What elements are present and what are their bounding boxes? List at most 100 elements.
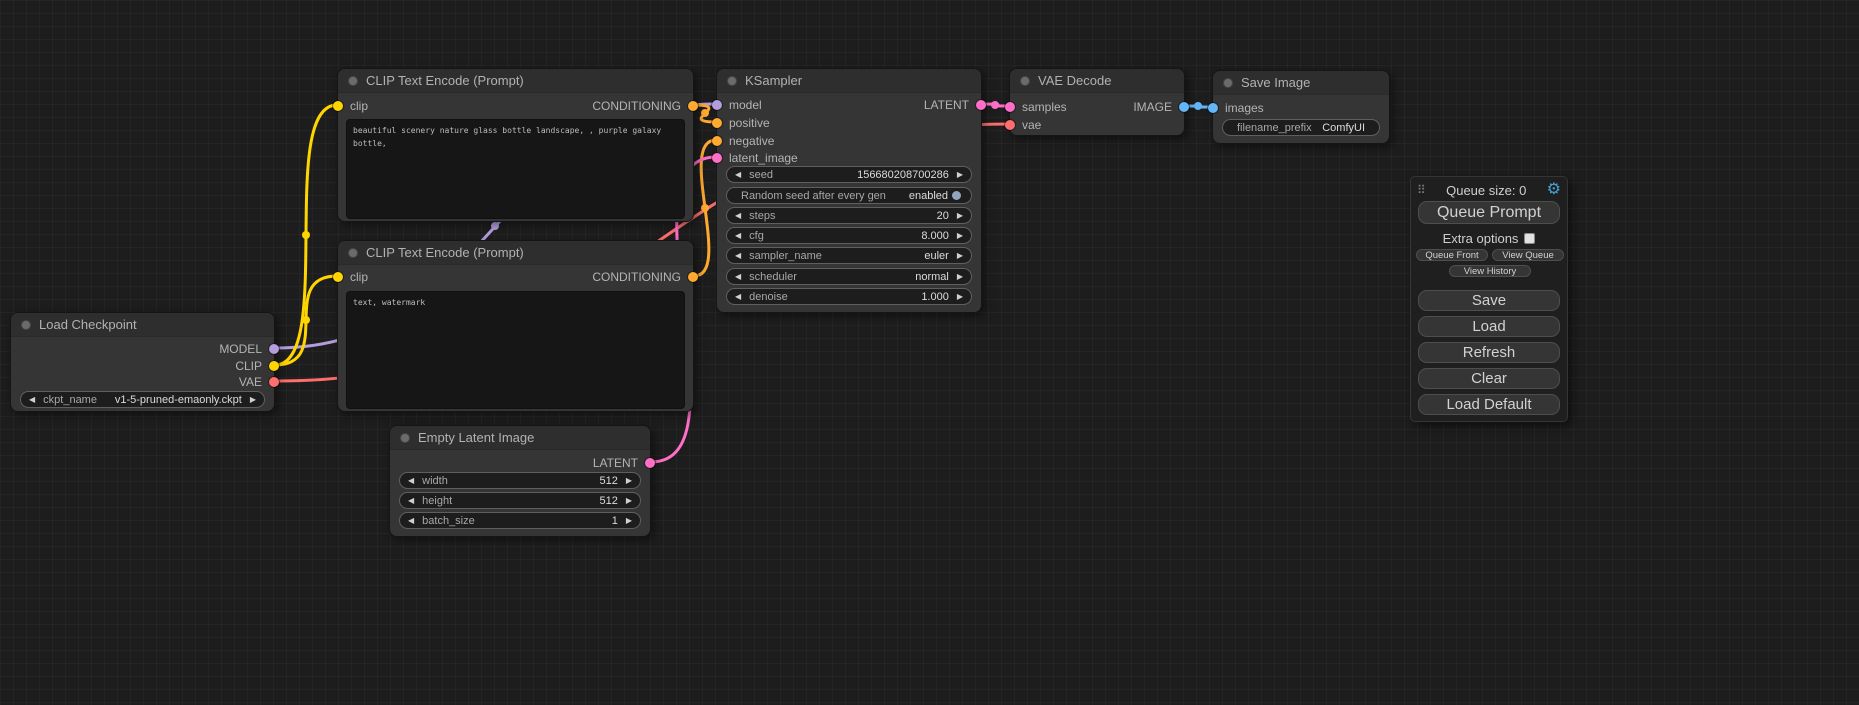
width-widget[interactable]: ◀ width 512 ▶ [399,472,641,489]
positive-input-dot[interactable] [712,118,722,128]
image-output-dot[interactable] [1179,102,1189,112]
node-title: KSampler [745,73,802,88]
slot-label: positive [729,116,770,130]
slot-label: MODEL [219,342,262,356]
widget-value: 1.000 [921,291,949,303]
collapse-dot-icon[interactable] [400,433,410,443]
height-widget[interactable]: ◀ height 512 ▶ [399,492,641,509]
latent-image-input-dot[interactable] [712,153,722,163]
node-clip-text-encode-positive[interactable]: CLIP Text Encode (Prompt) clip CONDITION… [337,68,694,222]
increment-arrow-icon[interactable]: ▶ [957,232,963,240]
refresh-button[interactable]: Refresh [1418,342,1560,363]
node-title-bar[interactable]: CLIP Text Encode (Prompt) [338,241,693,265]
view-history-button[interactable]: View History [1449,265,1531,277]
increment-arrow-icon[interactable]: ▶ [957,293,963,301]
widget-label: Random seed after every gen [741,190,886,202]
node-clip-text-encode-negative[interactable]: CLIP Text Encode (Prompt) clip CONDITION… [337,240,694,412]
graph-canvas[interactable]: Load Checkpoint MODEL CLIP VAE ◀ ckpt_na… [0,0,1859,705]
sampler-name-widget[interactable]: ◀ sampler_name euler ▶ [726,247,972,264]
steps-widget[interactable]: ◀ steps 20 ▶ [726,207,972,224]
increment-arrow-icon[interactable]: ▶ [626,517,632,525]
model-output-dot[interactable] [269,344,279,354]
seed-widget[interactable]: ◀ seed 156680208700286 ▶ [726,166,972,183]
latent-output-dot[interactable] [645,458,655,468]
collapse-dot-icon[interactable] [727,76,737,86]
scheduler-widget[interactable]: ◀ scheduler normal ▶ [726,268,972,285]
conditioning-output-dot[interactable] [688,272,698,282]
toggle-indicator-dot[interactable] [952,191,961,200]
node-title-bar[interactable]: KSampler [717,69,981,93]
collapse-dot-icon[interactable] [348,76,358,86]
decrement-arrow-icon[interactable]: ◀ [735,293,741,301]
collapse-dot-icon[interactable] [348,248,358,258]
node-empty-latent-image[interactable]: Empty Latent Image LATENT ◀ width 512 ▶ … [389,425,651,537]
slot-label: vae [1022,118,1041,132]
vae-input-dot[interactable] [1005,120,1015,130]
node-load-checkpoint[interactable]: Load Checkpoint MODEL CLIP VAE ◀ ckpt_na… [10,312,275,412]
vae-output-dot[interactable] [269,377,279,387]
output-slot-image: IMAGE [1133,100,1189,114]
collapse-dot-icon[interactable] [21,320,31,330]
latent-output-dot[interactable] [976,100,986,110]
input-slot-clip: clip [333,99,368,113]
decrement-arrow-icon[interactable]: ◀ [735,212,741,220]
queue-front-button[interactable]: Queue Front [1416,249,1488,261]
node-save-image[interactable]: Save Image images filename_prefix ComfyU… [1212,70,1390,144]
drag-handle-icon[interactable]: ⠿ [1417,183,1426,197]
clip-input-dot[interactable] [333,272,343,282]
negative-prompt-textarea[interactable]: text, watermark [346,291,685,409]
save-button[interactable]: Save [1418,290,1560,311]
clear-button[interactable]: Clear [1418,368,1560,389]
clip-input-dot[interactable] [333,101,343,111]
settings-gear-icon[interactable]: ⚙ [1547,182,1561,198]
decrement-arrow-icon[interactable]: ◀ [408,477,414,485]
filename-prefix-widget[interactable]: filename_prefix ComfyUI [1222,119,1380,136]
random-seed-toggle-widget[interactable]: Random seed after every gen enabled [726,187,972,204]
node-vae-decode[interactable]: VAE Decode samples vae IMAGE [1009,68,1185,136]
decrement-arrow-icon[interactable]: ◀ [735,252,741,260]
node-title-bar[interactable]: Save Image [1213,71,1389,95]
increment-arrow-icon[interactable]: ▶ [626,477,632,485]
batch-size-widget[interactable]: ◀ batch_size 1 ▶ [399,512,641,529]
collapse-dot-icon[interactable] [1223,78,1233,88]
samples-input-dot[interactable] [1005,102,1015,112]
negative-input-dot[interactable] [712,136,722,146]
cfg-widget[interactable]: ◀ cfg 8.000 ▶ [726,227,972,244]
node-title-bar[interactable]: CLIP Text Encode (Prompt) [338,69,693,93]
load-default-button[interactable]: Load Default [1418,394,1560,415]
increment-arrow-icon[interactable]: ▶ [250,396,256,404]
input-slot-negative: negative [712,134,774,148]
clip-output-dot[interactable] [269,361,279,371]
decrement-arrow-icon[interactable]: ◀ [29,396,35,404]
decrement-arrow-icon[interactable]: ◀ [408,497,414,505]
widget-value: 512 [599,495,617,507]
node-title-bar[interactable]: VAE Decode [1010,69,1184,93]
images-input-dot[interactable] [1208,103,1218,113]
queue-prompt-button[interactable]: Queue Prompt [1418,201,1560,224]
decrement-arrow-icon[interactable]: ◀ [408,517,414,525]
increment-arrow-icon[interactable]: ▶ [957,212,963,220]
collapse-dot-icon[interactable] [1020,76,1030,86]
ckpt-name-widget[interactable]: ◀ ckpt_name v1-5-pruned-emaonly.ckpt ▶ [20,391,265,408]
node-title-bar[interactable]: Empty Latent Image [390,426,650,450]
positive-prompt-textarea[interactable]: beautiful scenery nature glass bottle la… [346,119,685,219]
decrement-arrow-icon[interactable]: ◀ [735,171,741,179]
decrement-arrow-icon[interactable]: ◀ [735,273,741,281]
slot-label: CLIP [235,359,262,373]
wire-clip-negative [275,276,337,365]
conditioning-output-dot[interactable] [688,101,698,111]
extra-options-checkbox[interactable] [1524,233,1535,244]
denoise-widget[interactable]: ◀ denoise 1.000 ▶ [726,288,972,305]
load-button[interactable]: Load [1418,316,1560,337]
increment-arrow-icon[interactable]: ▶ [957,171,963,179]
node-title-bar[interactable]: Load Checkpoint [11,313,274,337]
increment-arrow-icon[interactable]: ▶ [957,273,963,281]
model-input-dot[interactable] [712,100,722,110]
increment-arrow-icon[interactable]: ▶ [626,497,632,505]
increment-arrow-icon[interactable]: ▶ [957,252,963,260]
node-ksampler[interactable]: KSampler model positive negative latent_… [716,68,982,313]
wire-clip-positive [275,105,337,365]
slot-label: LATENT [593,456,638,470]
view-queue-button[interactable]: View Queue [1492,249,1564,261]
decrement-arrow-icon[interactable]: ◀ [735,232,741,240]
